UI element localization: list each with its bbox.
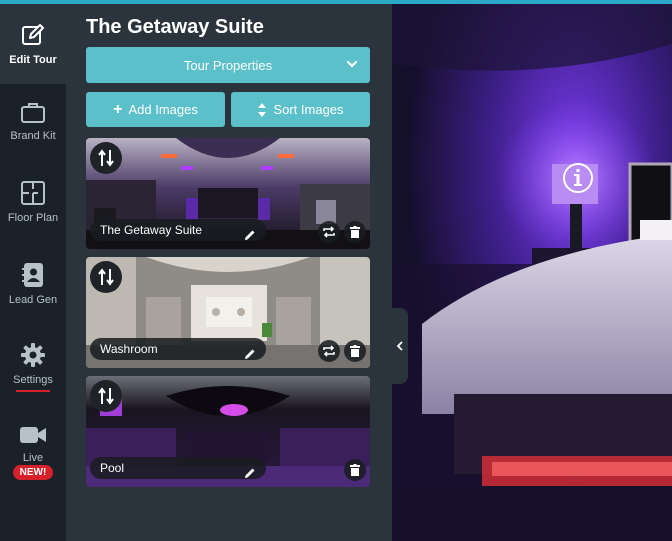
pencil-icon[interactable]: [244, 348, 256, 360]
delete-scene-button[interactable]: [344, 459, 366, 481]
briefcase-icon: [21, 103, 45, 123]
trash-icon: [350, 464, 360, 476]
scene-card[interactable]: Washroom: [86, 257, 370, 368]
chevron-down-icon: [346, 60, 358, 68]
info-hotspot[interactable]: [563, 163, 593, 193]
floor-plan-icon: [21, 181, 45, 205]
add-images-button[interactable]: + Add Images: [86, 92, 225, 127]
tour-properties-label: Tour Properties: [183, 57, 273, 73]
nav-label-settings: Settings: [13, 374, 53, 386]
replace-image-button[interactable]: [318, 459, 340, 481]
nav-item-edit-tour[interactable]: Edit Tour: [0, 4, 66, 84]
info-icon: [574, 169, 582, 186]
sort-images-label: Sort Images: [273, 102, 344, 117]
scene-name: Washroom: [90, 338, 266, 360]
replace-image-button[interactable]: [318, 340, 340, 362]
scene-card[interactable]: The Getaway Suite: [86, 138, 370, 249]
left-nav-rail: Edit Tour Brand Kit Floor Plan Lead Gen: [0, 4, 66, 541]
contact-book-icon: [22, 263, 43, 287]
top-accent-bar: [0, 0, 672, 4]
nav-label-floor-plan: Floor Plan: [7, 212, 59, 224]
pencil-icon[interactable]: [244, 229, 256, 241]
panorama-viewer[interactable]: [392, 4, 672, 541]
scene-card[interactable]: Pool: [86, 376, 370, 487]
drag-handle[interactable]: [90, 142, 122, 174]
nav-item-settings[interactable]: Settings: [0, 342, 66, 402]
plus-icon: +: [113, 100, 123, 118]
scene-name: The Getaway Suite: [90, 219, 266, 241]
nav-item-live[interactable]: Live NEW!: [0, 424, 66, 488]
nav-item-floor-plan[interactable]: Floor Plan: [0, 180, 66, 240]
add-images-label: Add Images: [128, 102, 198, 117]
panorama-scene-bedroom: [392, 4, 672, 541]
trash-icon: [350, 226, 360, 238]
pencil-icon[interactable]: [244, 467, 256, 479]
reorder-arrows-icon: [98, 387, 114, 405]
video-camera-icon: [20, 427, 46, 443]
nav-label-edit-tour: Edit Tour: [9, 54, 57, 66]
tour-properties-dropdown[interactable]: Tour Properties: [86, 47, 370, 83]
swap-icon: [323, 345, 335, 357]
drag-handle[interactable]: [90, 380, 122, 412]
replace-image-button[interactable]: [318, 221, 340, 243]
nav-item-brand-kit[interactable]: Brand Kit: [0, 100, 66, 160]
trash-icon: [350, 345, 360, 357]
chevron-left-icon: [396, 341, 403, 351]
edit-icon: [22, 24, 44, 45]
gear-icon: [21, 343, 45, 367]
new-badge: NEW!: [12, 465, 54, 480]
nav-label-lead-gen: Lead Gen: [8, 294, 58, 306]
reorder-arrows-icon: [98, 268, 114, 286]
collapse-panel-tab[interactable]: [392, 308, 408, 384]
sort-images-button[interactable]: Sort Images: [231, 92, 370, 127]
reorder-arrows-icon: [98, 149, 114, 167]
drag-handle[interactable]: [90, 261, 122, 293]
nav-label-brand-kit: Brand Kit: [10, 130, 56, 142]
scene-name: Pool: [90, 457, 266, 479]
nav-label-live: Live: [22, 452, 44, 464]
delete-scene-button[interactable]: [344, 221, 366, 243]
edit-tour-panel: The Getaway Suite Tour Properties + Add …: [66, 4, 392, 541]
swap-icon: [323, 226, 335, 238]
sort-icon: [258, 102, 267, 117]
tour-title: The Getaway Suite: [86, 16, 264, 38]
nav-item-lead-gen[interactable]: Lead Gen: [0, 262, 66, 322]
settings-underline: [16, 390, 50, 392]
delete-scene-button[interactable]: [344, 340, 366, 362]
